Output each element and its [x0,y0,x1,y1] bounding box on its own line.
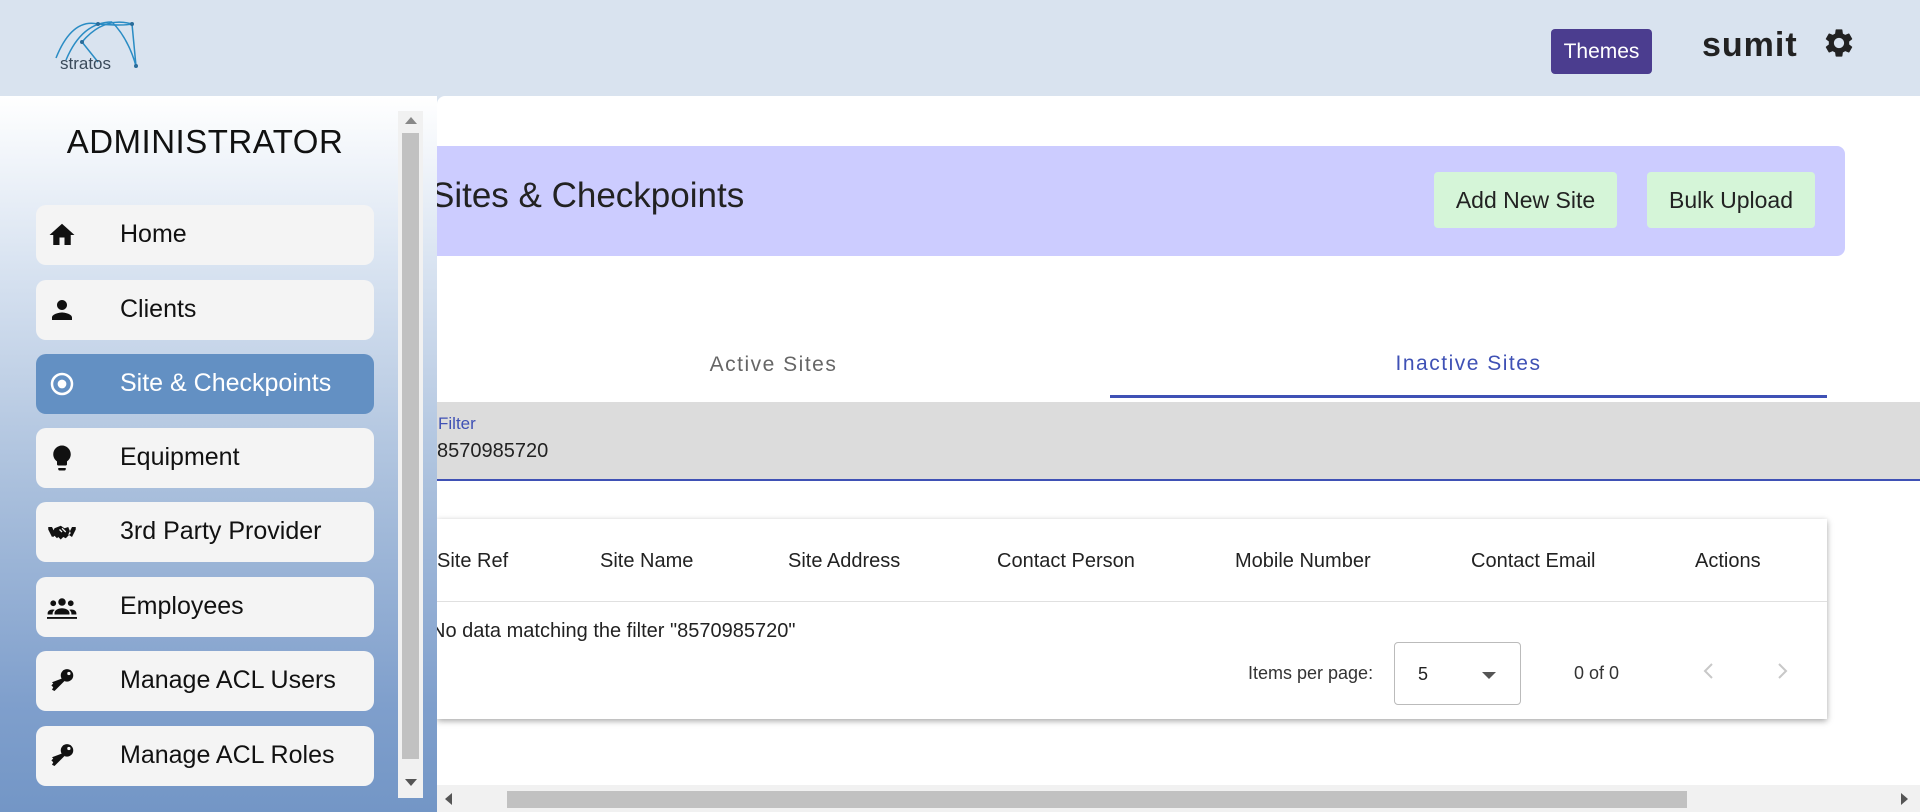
paginator-range: 0 of 0 [1574,663,1620,683]
sidebar-item-3rd-party-provider[interactable]: 3rd Party Provider [36,502,374,562]
lightbulb-icon [53,445,71,471]
sidebar-item-label: Manage ACL Users [120,666,336,694]
key-icon [51,669,74,691]
items-per-page-label: Items per page: [1248,663,1374,683]
main-content: Sites & Checkpoints Add New Site Bulk Up… [437,96,1920,812]
scroll-up-arrow-icon[interactable] [405,117,417,124]
sidebar: ADMINISTRATOR Home Clients Site & Checkp… [0,96,437,812]
scroll-down-arrow-icon[interactable] [405,779,417,786]
sidebar-item-manage-acl-roles[interactable]: Manage ACL Roles [36,726,374,786]
sites-table: Site Ref Site Name Site Address Contact … [437,519,1827,719]
sidebar-item-label: Home [120,220,187,248]
sidebar-title: ADMINISTRATOR [66,123,344,160]
sidebar-item-employees[interactable]: Employees [36,577,374,637]
stratos-logo[interactable]: stratos [52,18,142,74]
scroll-right-arrow-icon[interactable] [1901,793,1908,805]
vertical-scroll-thumb[interactable] [402,133,419,759]
items-per-page-select[interactable]: 5 [1394,642,1521,705]
key-icon [51,744,74,766]
sidebar-item-site-checkpoints[interactable]: Site & Checkpoints [36,354,374,414]
chevron-left-icon[interactable] [1697,659,1721,683]
sidebar-item-manage-acl-users[interactable]: Manage ACL Users [36,651,374,711]
sidebar-item-clients[interactable]: Clients [36,280,374,340]
sidebar-item-label: Manage ACL Roles [120,741,335,769]
no-data-message: No data matching the filter "8570985720" [437,620,796,642]
gear-icon[interactable] [1822,26,1856,60]
filter-label: Filter [438,414,476,433]
chevron-right-icon[interactable] [1770,659,1794,683]
person-icon [52,300,72,320]
table-header: Site Ref Site Name Site Address Contact … [437,519,1827,602]
items-per-page-value: 5 [1418,664,1429,684]
sidebar-item-label: Employees [120,592,244,620]
column-header-contact-person[interactable]: Contact Person [997,550,1135,573]
filter-input[interactable]: 8570985720 [437,440,548,463]
sidebar-item-equipment[interactable]: Equipment [36,428,374,488]
dropdown-arrow-icon [1482,672,1496,679]
site-tabs: Active Sites Inactive Sites [437,332,1827,398]
username[interactable]: sumit [1702,26,1798,65]
bulk-upload-button[interactable]: Bulk Upload [1647,172,1815,228]
top-bar: stratos Themes sumit [0,0,1920,96]
home-icon [49,223,75,245]
logo-text: stratos [60,54,112,73]
column-header-contact-email[interactable]: Contact Email [1471,550,1596,573]
horizontal-scroll-thumb[interactable] [507,791,1687,808]
column-header-actions: Actions [1695,550,1761,572]
target-icon [50,372,74,396]
tab-active-sites[interactable]: Active Sites [437,332,1110,398]
filter-field[interactable]: Filter 8570985720 [437,402,1920,481]
column-header-site-name[interactable]: Site Name [600,550,693,573]
handshake-icon [48,525,76,540]
sidebar-vertical-scrollbar[interactable] [398,111,423,798]
sidebar-item-label: Clients [120,295,197,323]
sidebar-item-home[interactable]: Home [36,205,374,265]
column-header-site-ref[interactable]: Site Ref [437,550,508,573]
column-header-mobile-number[interactable]: Mobile Number [1235,550,1371,573]
sidebar-item-label: 3rd Party Provider [120,517,322,545]
page-title: Sites & Checkpoints [437,176,745,215]
column-header-site-address[interactable]: Site Address [788,550,900,573]
sidebar-item-label: Equipment [120,443,240,471]
horizontal-scrollbar[interactable] [437,785,1920,812]
sidebar-item-label: Site & Checkpoints [120,369,332,397]
tab-inactive-sites[interactable]: Inactive Sites [1110,332,1827,398]
themes-button[interactable]: Themes [1551,29,1652,74]
add-new-site-button[interactable]: Add New Site [1434,172,1617,228]
scroll-left-arrow-icon[interactable] [445,793,452,805]
page-header-banner: Sites & Checkpoints Add New Site Bulk Up… [437,146,1845,256]
group-icon [47,598,77,619]
